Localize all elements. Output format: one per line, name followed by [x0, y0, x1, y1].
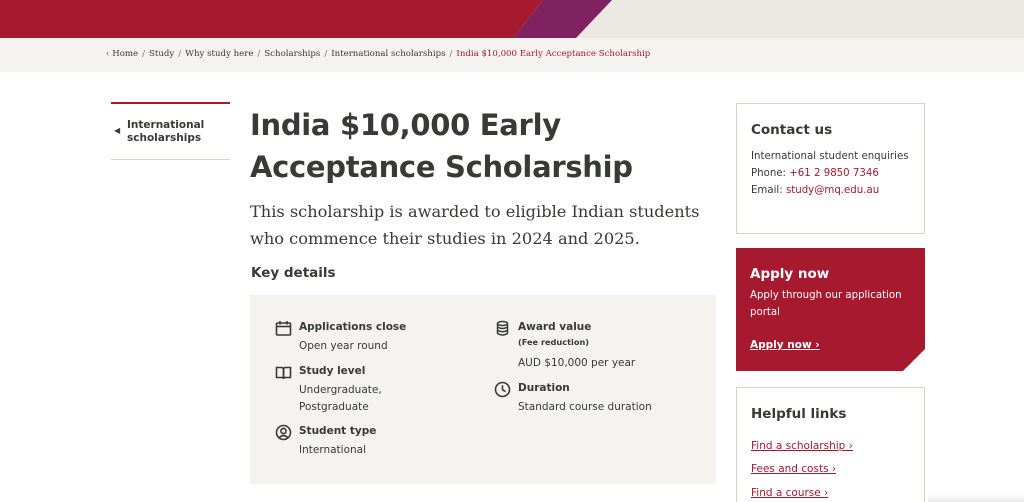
contact-heading: Contact us — [751, 122, 833, 138]
phone-link[interactable]: +61 2 9850 7346 — [789, 168, 879, 179]
apply-now-link[interactable]: Apply now › — [750, 339, 820, 351]
card-corner-cut — [903, 349, 925, 371]
award-value-value: AUD $10,000 per year — [518, 357, 636, 369]
study-level-title: Study level — [299, 365, 366, 377]
award-value-subtitle: (Fee reduction) — [518, 337, 590, 347]
scroll-shadow — [928, 494, 1024, 502]
coin-stack-icon — [496, 320, 509, 336]
page-title: India $10,000 Early Acceptance Scholarsh… — [250, 108, 633, 184]
email-link[interactable]: study@mq.edu.au — [786, 185, 879, 196]
breadcrumb-why-study-here[interactable]: Why study here — [185, 49, 253, 59]
breadcrumb-current: India $10,000 Early Acceptance Scholarsh… — [456, 49, 651, 59]
email-label: Email: — [751, 185, 783, 196]
student-type-title: Student type — [299, 425, 377, 437]
apply-text: Apply through our application portal — [750, 290, 902, 318]
award-value-title: Award value — [518, 321, 592, 333]
breadcrumb-bar: ‹ Home / Study / Why study here / Scholarships /… — [0, 38, 1024, 72]
side-nav: ◀ International scholarships — [111, 102, 230, 160]
lead-paragraph: This scholarship is awarded to eligible … — [250, 202, 700, 248]
contact-card: Contact us International student enquiri… — [736, 103, 925, 234]
top-banner — [0, 0, 1024, 38]
key-details-panel: Applications close Open year round Study… — [250, 295, 716, 484]
helpful-links-card: Helpful links Find a scholarship › Fees … — [736, 387, 925, 502]
sidenav-back-link[interactable]: International scholarships — [127, 119, 222, 145]
breadcrumb-study[interactable]: Study — [149, 49, 174, 59]
chevron-left-icon: ‹ — [106, 49, 110, 58]
duration-value: Standard course duration — [518, 401, 652, 413]
user-circle-icon — [275, 424, 292, 441]
link-fees-and-costs[interactable]: Fees and costs › — [751, 463, 836, 475]
breadcrumb-scholarships[interactable]: Scholarships — [264, 49, 320, 59]
breadcrumb-international-scholarships[interactable]: International scholarships — [331, 49, 445, 59]
contact-details: International student enquiries Phone: +… — [751, 148, 921, 199]
banner-graphic — [0, 0, 612, 38]
link-find-a-course[interactable]: Find a course › — [751, 487, 828, 499]
calendar-icon — [275, 321, 292, 336]
breadcrumb: ‹ Home / Study / Why study here / Scholarships /… — [106, 49, 651, 59]
applications-close-title: Applications close — [299, 321, 407, 333]
apply-card: Apply now Apply through our application … — [736, 248, 925, 371]
study-level-value: Undergraduate, Postgraduate — [299, 384, 382, 413]
key-details-heading: Key details — [251, 265, 336, 281]
duration-title: Duration — [518, 382, 570, 394]
apply-heading: Apply now — [750, 266, 830, 282]
helpful-links-heading: Helpful links — [751, 406, 847, 422]
contact-enquiries: International student enquiries — [751, 151, 909, 162]
student-type-value: International — [299, 444, 367, 456]
applications-close-value: Open year round — [299, 340, 388, 352]
phone-label: Phone: — [751, 168, 786, 179]
clock-icon — [494, 381, 511, 398]
book-icon — [275, 366, 292, 380]
link-find-a-scholarship[interactable]: Find a scholarship › — [751, 440, 853, 452]
breadcrumb-home[interactable]: Home — [112, 49, 138, 59]
caret-left-icon: ◀ — [114, 126, 121, 135]
